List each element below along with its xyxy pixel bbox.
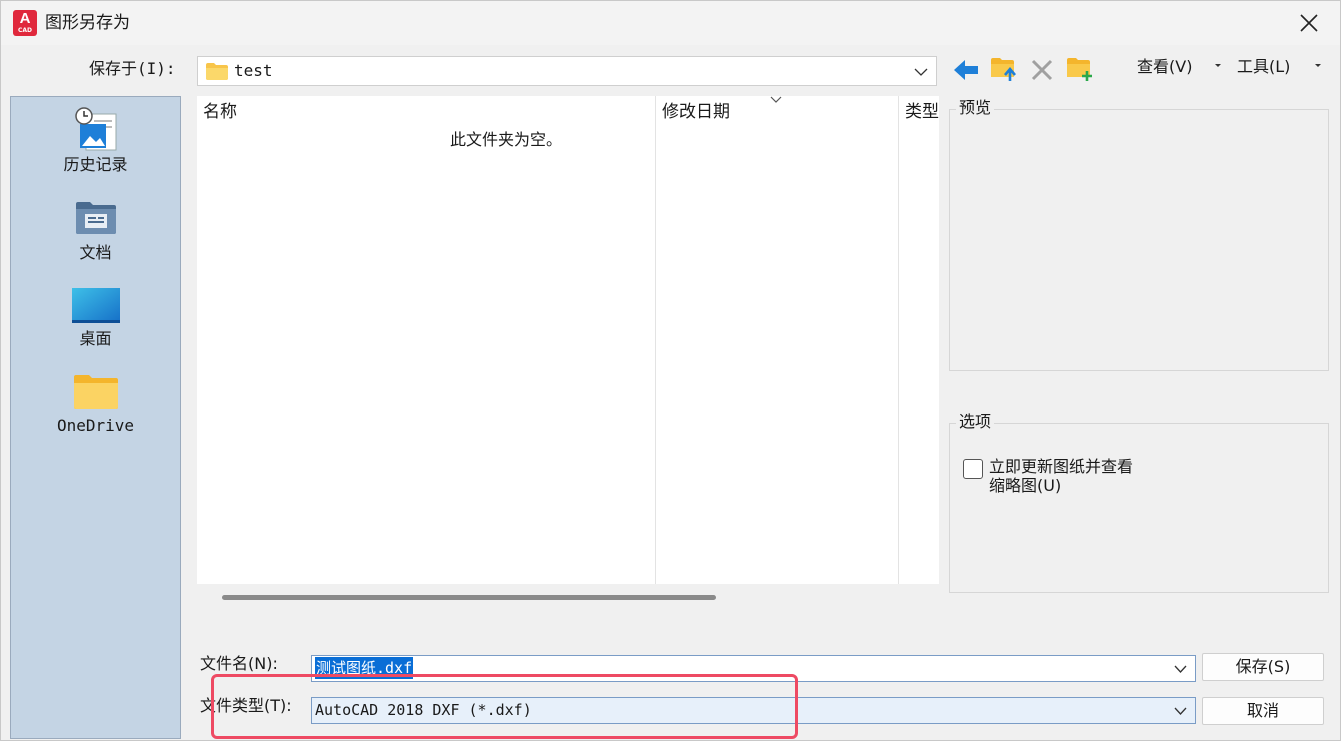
autocad-icon: A CAD xyxy=(13,10,37,36)
preview-title: 预览 xyxy=(956,97,995,119)
place-desktop-label: 桌面 xyxy=(79,329,112,348)
tools-menu-button[interactable]: 工具(L) xyxy=(1237,56,1290,80)
column-header-type[interactable]: 类型 xyxy=(905,100,939,124)
place-history[interactable]: 历史记录 xyxy=(11,106,180,188)
close-icon xyxy=(1300,14,1318,32)
place-history-label: 历史记录 xyxy=(63,155,128,174)
desktop-icon xyxy=(71,288,120,323)
cancel-button[interactable]: 取消 xyxy=(1202,697,1324,725)
save-in-value: test xyxy=(234,61,273,80)
close-button[interactable] xyxy=(1295,9,1323,37)
chevron-down-icon xyxy=(914,68,928,76)
back-arrow-icon[interactable] xyxy=(952,57,980,83)
title-bar xyxy=(1,1,1340,45)
update-thumbnail-checkbox[interactable] xyxy=(963,459,983,479)
place-onedrive-label: OneDrive xyxy=(56,416,135,435)
history-icon xyxy=(74,107,116,151)
place-desktop[interactable]: 桌面 xyxy=(11,280,180,358)
documents-icon xyxy=(75,202,116,234)
places-bar: 历史记录 文档 桌面 OneDrive xyxy=(10,96,181,739)
save-drawing-dialog: A CAD 图形另存为 保存于(I): test 查看(V) 工具(L) 历史记… xyxy=(0,0,1341,741)
column-header-name[interactable]: 名称 xyxy=(203,100,237,124)
place-documents-label: 文档 xyxy=(79,243,112,262)
update-thumbnail-label-line1: 立即更新图纸并查看 xyxy=(989,457,1134,476)
delete-icon-shape xyxy=(1031,59,1053,81)
update-thumbnail-label-line2: 缩略图(U) xyxy=(989,476,1062,495)
options-panel xyxy=(949,423,1329,593)
view-menu-button[interactable]: 查看(V) xyxy=(1137,56,1192,80)
save-in-label: 保存于(I): xyxy=(89,59,176,78)
save-in-dropdown[interactable]: test xyxy=(197,56,937,86)
back-arrow-icon-shape xyxy=(954,60,978,80)
place-documents[interactable]: 文档 xyxy=(11,194,180,272)
preview-panel xyxy=(949,109,1329,371)
new-folder-icon-shape xyxy=(1067,58,1092,81)
save-button[interactable]: 保存(S) xyxy=(1202,653,1324,681)
file-name-label: 文件名(N): xyxy=(200,654,278,673)
column-divider[interactable] xyxy=(655,96,656,584)
chevron-down-icon[interactable] xyxy=(1174,664,1187,674)
chevron-down-icon[interactable] xyxy=(1174,706,1187,716)
sort-chevron-icon xyxy=(770,96,782,103)
folder-icon xyxy=(206,63,228,80)
options-title: 选项 xyxy=(956,411,995,433)
file-list[interactable]: 名称 修改日期 类型 此文件夹为空。 xyxy=(197,96,939,584)
window-title: 图形另存为 xyxy=(45,13,130,33)
horizontal-scrollbar[interactable] xyxy=(222,595,716,600)
autocad-icon-subtext: CAD xyxy=(17,27,33,34)
update-thumbnail-label[interactable]: 立即更新图纸并查看 缩略图(U) xyxy=(989,457,1169,495)
empty-folder-message: 此文件夹为空。 xyxy=(449,130,562,149)
column-header-date[interactable]: 修改日期 xyxy=(662,100,730,124)
new-folder-icon[interactable] xyxy=(1066,55,1094,83)
up-folder-icon-shape xyxy=(991,58,1016,81)
dropdown-arrow-icon[interactable] xyxy=(1314,61,1322,69)
delete-icon[interactable] xyxy=(1030,57,1054,83)
folder-icon xyxy=(73,375,118,409)
column-divider[interactable] xyxy=(898,96,899,584)
dropdown-arrow-icon[interactable] xyxy=(1214,61,1222,69)
place-onedrive[interactable]: OneDrive xyxy=(11,367,180,445)
autocad-icon-letter: A xyxy=(19,10,31,27)
up-folder-icon[interactable] xyxy=(990,55,1018,83)
highlight-annotation-box xyxy=(211,674,798,739)
